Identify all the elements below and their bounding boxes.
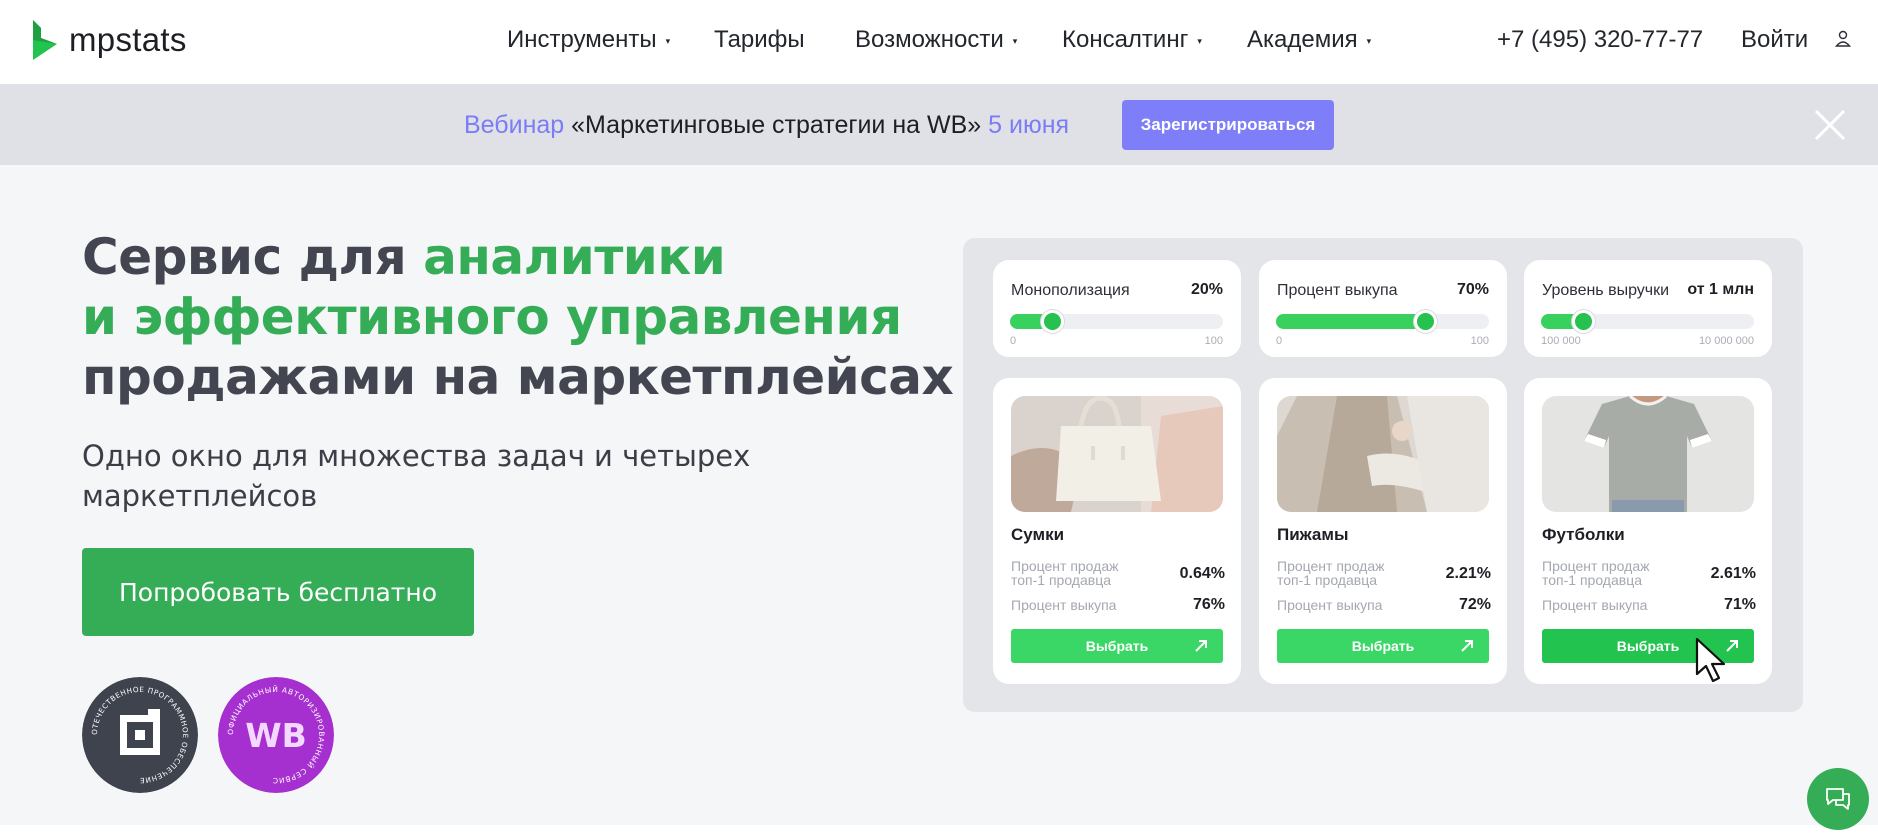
product-photo-tshirt: [1542, 396, 1754, 512]
metric-value: 76%: [1192, 596, 1225, 613]
nav-item-academy[interactable]: Академия ▾: [1247, 23, 1371, 57]
chevron-down-icon: ▾: [1197, 35, 1202, 46]
webinar-text: Вебинар «Маркетинговые стратегии на WB» …: [464, 108, 1069, 142]
nav-item-features[interactable]: Возможности ▾: [855, 23, 1017, 57]
select-button[interactable]: Выбрать: [1011, 629, 1223, 663]
metric-value: 71%: [1723, 596, 1756, 613]
webinar-word: Вебинар: [464, 111, 565, 139]
slider-max: 100: [1204, 335, 1223, 347]
chevron-down-icon: ▾: [1012, 35, 1018, 46]
filter-value: 70%: [1456, 281, 1489, 298]
login-link[interactable]: Войти: [1741, 23, 1808, 57]
metric-value: 2.21%: [1445, 565, 1491, 582]
filter-card-revenue: Уровень выручки от 1 млн 100 000 10 000 …: [1524, 260, 1772, 357]
metric-label: Процент выкупа: [1277, 597, 1383, 613]
filter-label: Монополизация: [1011, 282, 1130, 299]
site-header: mpstats Инструменты ▾ Тарифы Возможности…: [0, 0, 1878, 84]
arrow-up-right-icon: [1195, 640, 1207, 652]
filter-card-buyout: Процент выкупа 70% 0 100: [1259, 260, 1507, 357]
slider-track[interactable]: [1541, 310, 1754, 333]
nav-item-label: Инструменты: [507, 26, 657, 53]
select-button[interactable]: Выбрать: [1277, 629, 1489, 663]
product-name: Пижамы: [1277, 525, 1349, 544]
domestic-software-badge: ОТЕЧЕСТВЕННОЕ ПРОГРАММНОЕ ОБЕСПЕЧЕНИЕ: [82, 677, 198, 793]
chevron-down-icon: ▾: [665, 35, 671, 46]
product-card-bags: Сумки Процент продаж топ-1 продавца 0.64…: [993, 378, 1241, 684]
wb-authorized-badge: ОФИЦИАЛЬНЫЙ АВТОРИЗИРОВАННЫЙ СЕРВИС WB: [218, 677, 334, 793]
slider-track[interactable]: [1010, 310, 1223, 333]
hero-title: Сервис для аналитики и эффективного упра…: [82, 227, 954, 407]
select-button-label: Выбрать: [1085, 638, 1149, 654]
nav-item-tariffs[interactable]: Тарифы: [714, 23, 805, 57]
slider-handle[interactable]: [1041, 310, 1064, 333]
slider-max: 10 000 000: [1698, 335, 1754, 347]
metric-value: 0.64%: [1179, 565, 1225, 582]
filter-value: от 1 млн: [1687, 281, 1754, 298]
hero-subtitle: Одно окно для множества задач и четырех …: [82, 439, 751, 513]
phone-link[interactable]: +7 (495) 320-77-77: [1497, 23, 1703, 57]
mouse-cursor-icon: [1695, 637, 1726, 683]
filter-card-monopolization: Монополизация 20% 0 100: [993, 260, 1241, 357]
metric-label: Процент продаж топ-1 продавца: [1542, 558, 1650, 588]
badge-wb-text: WB: [245, 716, 307, 755]
demo-panel: Монополизация 20% 0 100 Процент выкупа 7…: [963, 238, 1803, 712]
hero-title-part: Сервис для: [82, 228, 424, 286]
logo[interactable]: mpstats: [31, 20, 187, 60]
slider-handle[interactable]: [1414, 310, 1437, 333]
try-free-button[interactable]: Попробовать бесплатно: [82, 548, 474, 636]
user-icon[interactable]: [1833, 29, 1853, 49]
product-card-pajamas: Пижамы Процент продаж топ-1 продавца 2.2…: [1259, 378, 1507, 684]
nav-item-label: Возможности: [855, 26, 1004, 53]
logo-mark-icon: [33, 20, 57, 60]
metric-label: Процент выкупа: [1542, 597, 1648, 613]
chevron-down-icon: ▾: [1366, 35, 1372, 46]
product-name: Футболки: [1542, 525, 1625, 544]
filter-label: Уровень выручки: [1542, 282, 1670, 299]
metric-value: 72%: [1458, 596, 1491, 613]
nav-item-label: Тарифы: [714, 26, 805, 53]
slider-track[interactable]: [1276, 310, 1489, 333]
metric-label: Процент выкупа: [1011, 597, 1117, 613]
slider-min: 100 000: [1541, 335, 1581, 347]
close-icon[interactable]: [1813, 108, 1847, 142]
slider-handle[interactable]: [1572, 310, 1595, 333]
nav-item-label: Академия: [1247, 26, 1358, 53]
select-button-label: Выбрать: [1351, 638, 1415, 654]
slider-fill: [1276, 314, 1425, 329]
logo-text: mpstats: [69, 21, 187, 58]
metric-value: 2.61%: [1710, 565, 1756, 582]
nav-item-instruments[interactable]: Инструменты ▾: [507, 23, 670, 57]
webinar-banner: Вебинар «Маркетинговые стратегии на WB» …: [0, 84, 1878, 165]
product-photo-bag: [1011, 396, 1223, 512]
product-card-tshirts: Футболки Процент продаж топ-1 продавца 2…: [1524, 378, 1772, 684]
chat-button[interactable]: [1807, 768, 1869, 830]
slider-min: 0: [1276, 335, 1283, 347]
nav-item-label: Консалтинг: [1062, 26, 1189, 53]
webinar-date: 5 июня: [988, 111, 1070, 139]
filter-label: Процент выкупа: [1277, 282, 1398, 299]
nav-item-consulting[interactable]: Консалтинг ▾: [1062, 23, 1202, 57]
product-photo-pajamas: [1277, 396, 1489, 512]
chat-icon: [1826, 788, 1850, 810]
hero-title-part: аналитики: [423, 228, 726, 286]
webinar-title: «Маркетинговые стратегии на WB»: [571, 111, 982, 139]
hero-title-part: продажами на маркетплейсах: [82, 348, 954, 406]
product-name: Сумки: [1011, 525, 1065, 544]
metric-label: Процент продаж топ-1 продавца: [1011, 558, 1119, 588]
hero-title-part: и эффективного управления: [82, 288, 902, 346]
slider-max: 100: [1470, 335, 1489, 347]
slider-min: 0: [1010, 335, 1017, 347]
select-button-label: Выбрать: [1616, 638, 1680, 654]
register-button[interactable]: Зарегистрироваться: [1122, 100, 1334, 150]
metric-label: Процент продаж топ-1 продавца: [1277, 558, 1385, 588]
filter-value: 20%: [1190, 281, 1223, 298]
arrow-up-right-icon: [1461, 640, 1473, 652]
